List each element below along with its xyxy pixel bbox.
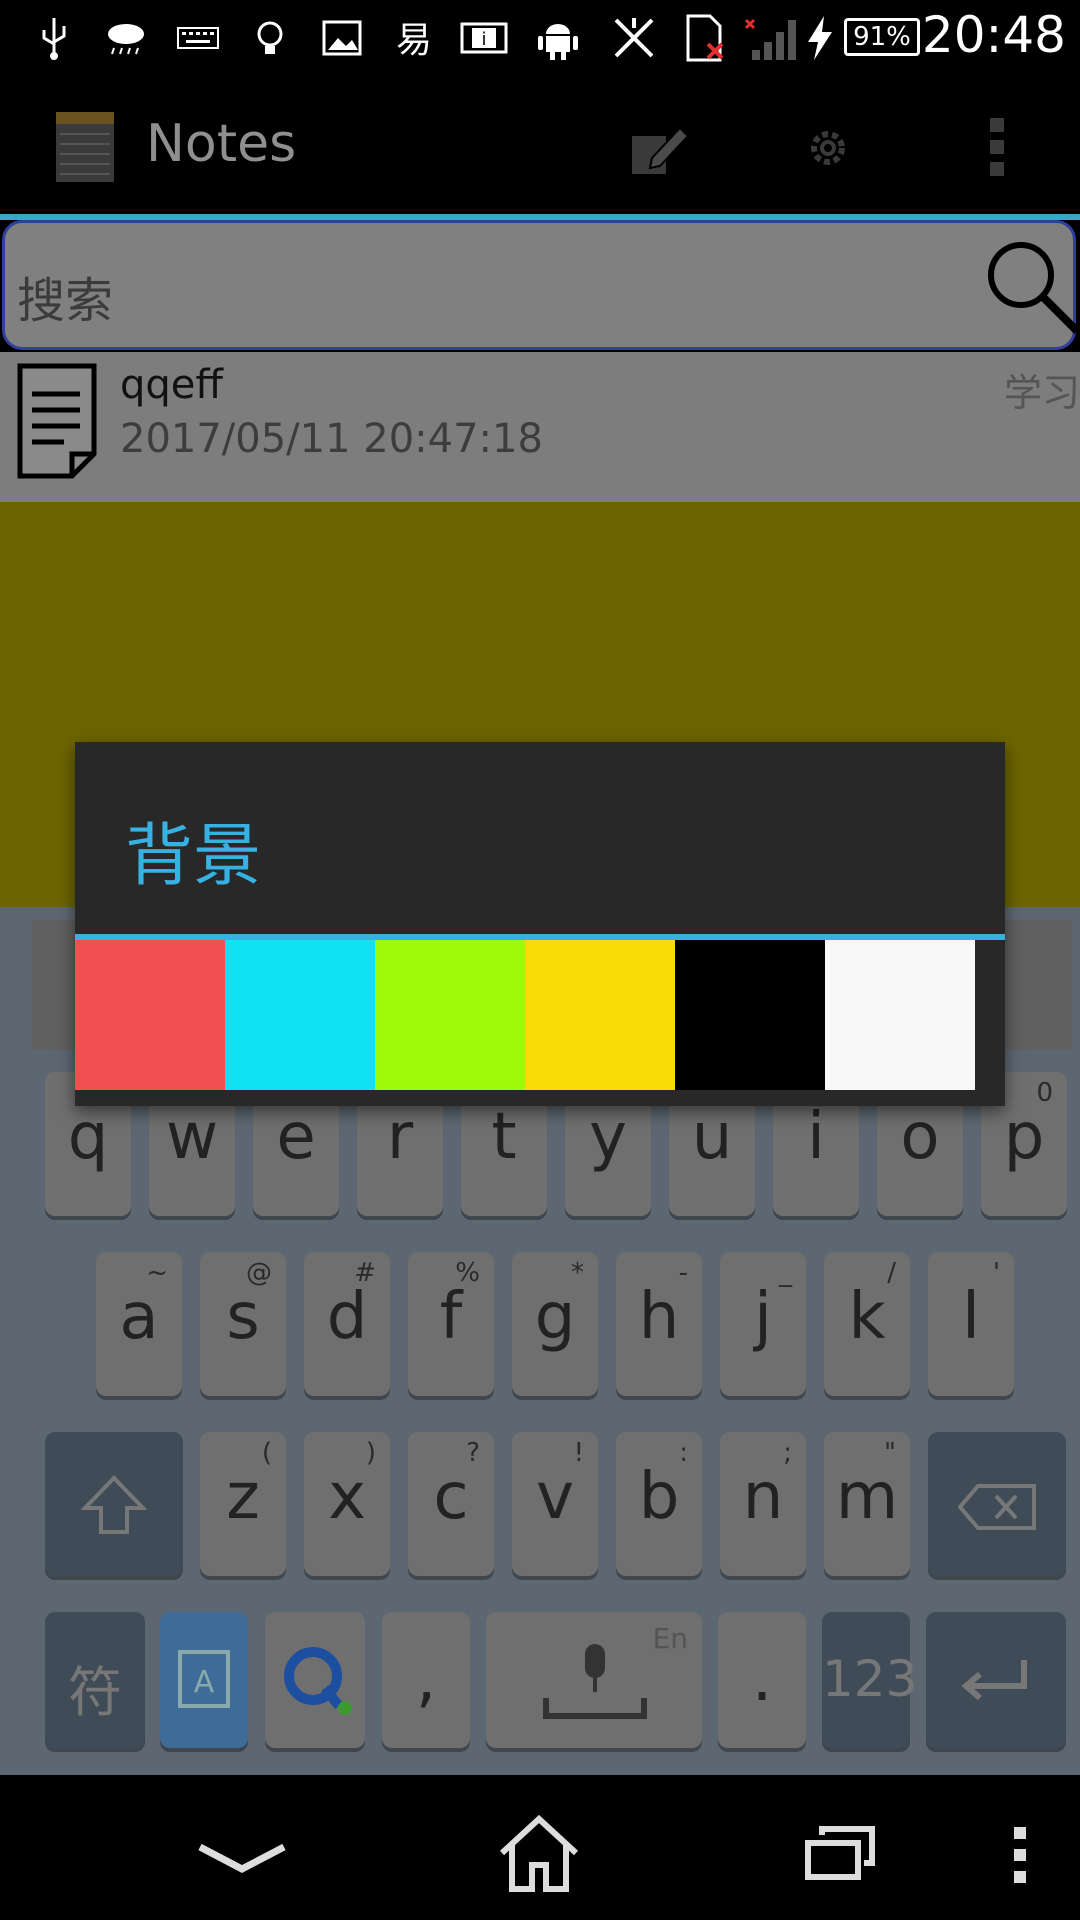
cloud-rain-icon <box>108 24 144 55</box>
android-icon <box>538 24 578 60</box>
edit-icon[interactable] <box>628 122 690 178</box>
key-c[interactable]: ? c <box>408 1432 494 1576</box>
bulb-icon <box>257 21 283 54</box>
symbols-key[interactable]: 符 <box>45 1612 145 1748</box>
color-swatch-red[interactable] <box>75 940 225 1090</box>
battery-icon: 91% <box>844 18 920 56</box>
comma-key[interactable]: , <box>382 1612 470 1748</box>
home-icon[interactable] <box>498 1813 580 1893</box>
input-method-key[interactable]: A <box>160 1612 248 1748</box>
key-n[interactable]: ; n <box>720 1432 806 1576</box>
shift-icon <box>81 1475 147 1534</box>
svg-text:易: 易 <box>396 20 432 61</box>
microphone-icon <box>543 1644 647 1719</box>
keyboard-icon <box>177 27 219 49</box>
key-f[interactable]: % f <box>408 1252 494 1396</box>
list-item[interactable]: qqeff 2017/05/11 20:47:18 学习 <box>0 352 1080 502</box>
no-data-icon <box>614 18 654 58</box>
dialog-title: 背景 <box>125 817 262 896</box>
svg-text:i: i <box>481 29 486 50</box>
note-date: 2017/05/11 20:47:18 <box>120 416 543 462</box>
key-h[interactable]: -h <box>616 1252 702 1396</box>
color-swatch-yellow[interactable] <box>525 940 675 1090</box>
info-icon: i <box>460 22 508 54</box>
image-icon <box>322 20 362 56</box>
keyboard-layout-icon: A <box>178 1650 230 1708</box>
status-bar: 易 i 91% 20:48 <box>0 0 1080 76</box>
recents-icon[interactable] <box>804 1825 876 1881</box>
notes-app-icon <box>56 112 114 182</box>
color-swatch-white[interactable] <box>825 940 975 1090</box>
color-swatch-cyan[interactable] <box>225 940 375 1090</box>
app-title: Notes <box>146 114 297 174</box>
q-logo-icon <box>284 1647 352 1715</box>
navigation-bar <box>0 1775 1080 1920</box>
enter-key[interactable] <box>926 1612 1066 1748</box>
space-key[interactable]: En <box>486 1612 702 1748</box>
backspace-icon <box>958 1484 1036 1530</box>
backspace-key[interactable] <box>928 1432 1066 1576</box>
app-icon: 易 <box>396 20 432 61</box>
action-bar: Notes <box>0 76 1080 214</box>
shift-key[interactable] <box>45 1432 183 1576</box>
key-k[interactable]: / k <box>824 1252 910 1396</box>
back-icon[interactable] <box>196 1841 288 1875</box>
numbers-key[interactable]: 123 <box>822 1612 917 1748</box>
menu-icon[interactable] <box>1012 1825 1030 1885</box>
key-s[interactable]: @ s <box>200 1252 286 1396</box>
key-l[interactable]: ' l <box>928 1252 1014 1396</box>
search-icon[interactable] <box>981 235 1080 335</box>
period-key[interactable]: . <box>718 1612 806 1748</box>
overflow-menu-icon[interactable] <box>986 116 1010 180</box>
charging-icon <box>808 16 832 60</box>
clock: 20:48 <box>921 6 1066 64</box>
key-a[interactable]: ~ a <box>96 1252 182 1396</box>
battery-percent: 91% <box>853 22 911 52</box>
signal-icon <box>744 18 796 60</box>
key-b[interactable]: :b <box>616 1432 702 1576</box>
key-g[interactable]: * g <box>512 1252 598 1396</box>
note-category: 学习 <box>1003 371 1080 415</box>
color-swatch-black[interactable] <box>675 940 825 1090</box>
search-placeholder: 搜索 <box>17 273 114 329</box>
color-swatch-green[interactable] <box>375 940 525 1090</box>
search-input[interactable]: 搜索 <box>2 220 1080 350</box>
key-z[interactable]: (z <box>200 1432 286 1576</box>
key-v[interactable]: ! v <box>512 1432 598 1576</box>
key-d[interactable]: # d <box>304 1252 390 1396</box>
enter-icon <box>961 1660 1027 1701</box>
settings-icon[interactable] <box>804 124 852 172</box>
usb-icon <box>42 18 66 60</box>
key-x[interactable]: ) x <box>304 1432 390 1576</box>
document-icon <box>17 363 97 479</box>
key-m[interactable]: " m <box>824 1432 910 1576</box>
svg-text:A: A <box>194 1665 215 1700</box>
sim-error-icon <box>686 14 724 62</box>
background-color-dialog: 背景 <box>75 742 1005 1106</box>
key-j[interactable]: _ j <box>720 1252 806 1396</box>
note-title: qqeff <box>120 362 223 408</box>
voice-assistant-key[interactable] <box>265 1612 365 1748</box>
